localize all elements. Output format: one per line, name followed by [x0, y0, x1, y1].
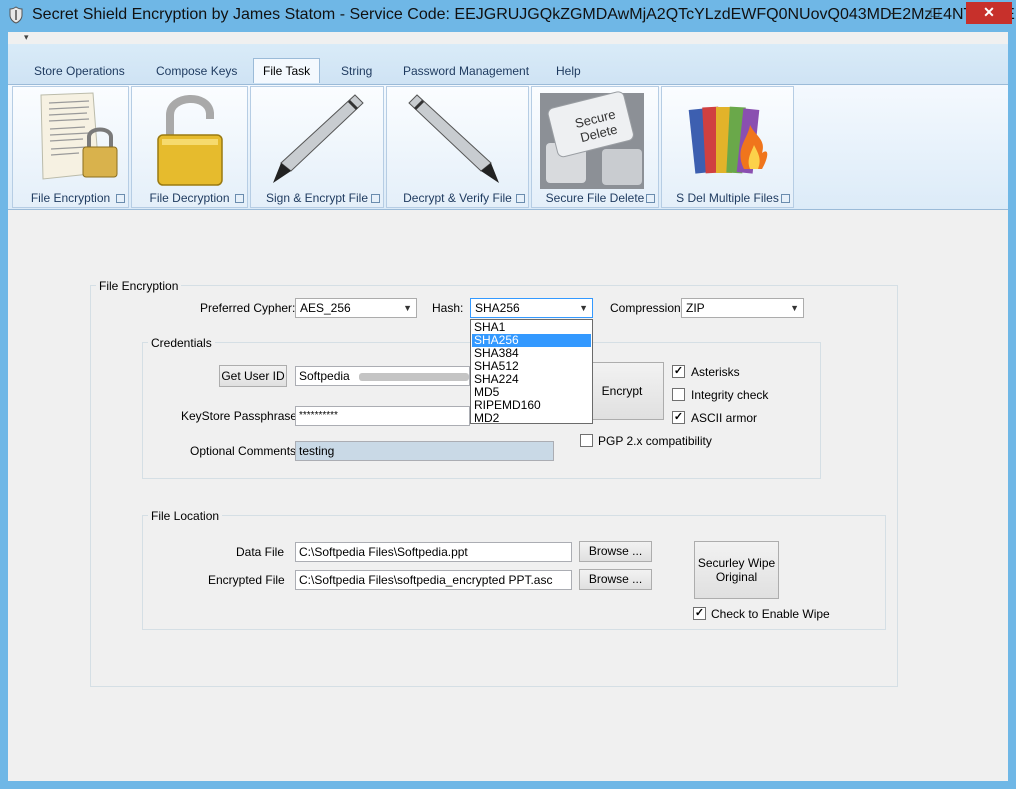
- decrypt-verify-file-button[interactable]: Decrypt & Verify File: [386, 86, 529, 208]
- close-button[interactable]: ✕: [966, 2, 1012, 24]
- burning-folders-icon: [688, 106, 768, 174]
- maximize-button[interactable]: □: [916, 2, 954, 24]
- user-id-field[interactable]: Softpedia: [295, 366, 470, 386]
- encrypted-file-label: Encrypted File: [208, 573, 285, 587]
- ascii-armor-checkbox[interactable]: ✓: [672, 411, 685, 424]
- app-icon: [9, 6, 23, 24]
- launcher-icon[interactable]: [516, 194, 525, 203]
- browse-encrypted-file-button[interactable]: Browse ...: [579, 569, 652, 590]
- chevron-down-icon: ▼: [403, 303, 412, 313]
- browse-data-file-button[interactable]: Browse ...: [579, 541, 652, 562]
- chevron-down-icon: ▼: [579, 303, 588, 313]
- pgp-compat-checkbox[interactable]: [580, 434, 593, 447]
- file-encryption-button[interactable]: File Encryption: [12, 86, 129, 208]
- secure-wipe-button[interactable]: Securley Wipe Original: [694, 541, 779, 599]
- sign-encrypt-file-label: Sign & Encrypt File: [265, 191, 369, 205]
- launcher-icon[interactable]: [235, 194, 244, 203]
- sign-encrypt-file-button[interactable]: Sign & Encrypt File: [250, 86, 384, 208]
- secure-file-delete-button[interactable]: Secure Delete Secure File Delete: [531, 86, 659, 208]
- tab-string[interactable]: String: [332, 61, 381, 83]
- integrity-check-label: Integrity check: [691, 388, 769, 402]
- s-del-multiple-files-button[interactable]: S Del Multiple Files: [661, 86, 794, 208]
- file-decryption-label: File Decryption: [149, 191, 230, 205]
- tab-compose-keys[interactable]: Compose Keys: [147, 61, 246, 83]
- comments-field[interactable]: testing: [295, 441, 554, 461]
- launcher-icon[interactable]: [781, 194, 790, 203]
- tab-password-management[interactable]: Password Management: [394, 61, 538, 83]
- file-encryption-label: File Encryption: [30, 191, 111, 205]
- passphrase-field[interactable]: **********: [295, 406, 470, 426]
- enable-wipe-checkbox[interactable]: ✓: [693, 607, 706, 620]
- cypher-label: Preferred Cypher:: [200, 301, 296, 315]
- hash-option-md2[interactable]: MD2: [472, 412, 591, 425]
- compression-select[interactable]: ZIP ▼: [681, 298, 804, 318]
- pen-icon: [273, 94, 364, 183]
- get-user-id-button[interactable]: Get User ID: [219, 365, 287, 387]
- file-location-group-title: File Location: [148, 509, 223, 523]
- hash-select[interactable]: SHA256 ▼: [470, 298, 593, 318]
- data-file-field[interactable]: C:\Softpedia Files\Softpedia.ppt: [295, 542, 572, 562]
- launcher-icon[interactable]: [371, 194, 380, 203]
- hash-label: Hash:: [432, 301, 464, 315]
- s-del-multiple-files-label: S Del Multiple Files: [676, 191, 779, 205]
- asterisks-checkbox[interactable]: ✓: [672, 365, 685, 378]
- comments-label: Optional Comments:: [190, 444, 300, 458]
- pen-icon: [408, 94, 499, 183]
- secure-file-delete-label: Secure File Delete: [545, 191, 645, 205]
- enable-wipe-label: Check to Enable Wipe: [711, 607, 830, 621]
- cypher-value: AES_256: [300, 301, 351, 315]
- cypher-select[interactable]: AES_256 ▼: [295, 298, 417, 318]
- minimize-button[interactable]: –: [876, 2, 914, 24]
- user-id-value: Softpedia: [299, 369, 350, 383]
- encrypted-file-field[interactable]: C:\Softpedia Files\softpedia_encrypted P…: [295, 570, 572, 590]
- tab-store-operations[interactable]: Store Operations: [25, 61, 134, 83]
- launcher-icon[interactable]: [646, 194, 655, 203]
- blurred-email: [359, 372, 469, 381]
- passphrase-label: KeyStore Passphrase:: [181, 409, 301, 423]
- file-encryption-group-title: File Encryption: [96, 279, 182, 293]
- hash-dropdown-list[interactable]: SHA1 SHA256 SHA384 SHA512 SHA224 MD5 RIP…: [470, 319, 593, 425]
- ascii-armor-label: ASCII armor: [691, 411, 758, 425]
- compression-label: Compression: [610, 301, 681, 315]
- compression-value: ZIP: [686, 301, 705, 315]
- file-decryption-button[interactable]: File Decryption: [131, 86, 248, 208]
- padlock-document-icon: [40, 92, 118, 180]
- chevron-down-icon: ▼: [790, 303, 799, 313]
- open-padlock-icon: [157, 95, 223, 186]
- credentials-group-title: Credentials: [148, 336, 215, 350]
- integrity-check-checkbox[interactable]: [672, 388, 685, 401]
- tab-help[interactable]: Help: [547, 61, 590, 83]
- data-file-label: Data File: [236, 545, 285, 559]
- window-title: Secret Shield Encryption by James Statom…: [32, 6, 1016, 23]
- hash-value: SHA256: [475, 301, 520, 315]
- decrypt-verify-file-label: Decrypt & Verify File: [403, 191, 512, 205]
- tab-file-task[interactable]: File Task: [253, 58, 321, 83]
- asterisks-label: Asterisks: [691, 365, 740, 379]
- quick-access-dropdown-icon[interactable]: ▾: [24, 32, 29, 43]
- pgp-compat-label: PGP 2.x compatibility: [598, 434, 712, 448]
- launcher-icon[interactable]: [116, 194, 125, 203]
